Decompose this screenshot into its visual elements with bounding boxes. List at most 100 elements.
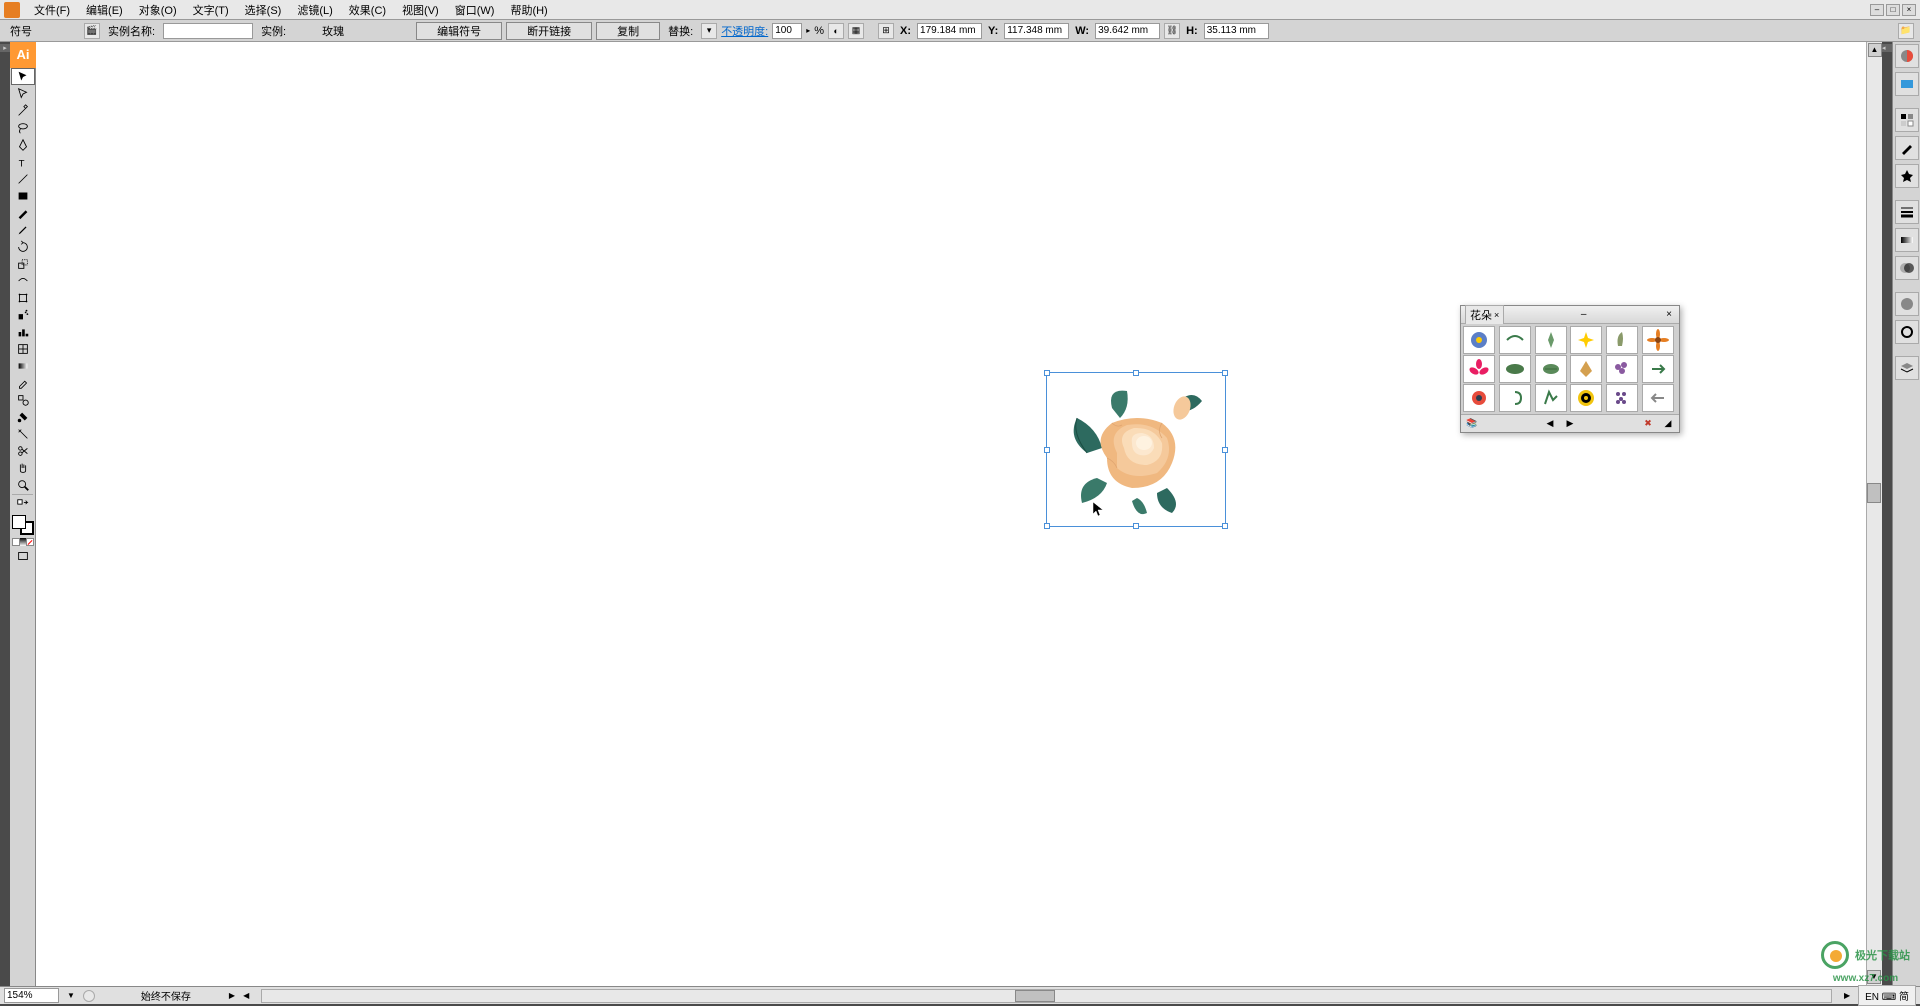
live-paint-tool[interactable] [11, 408, 35, 425]
stroke-panel-icon[interactable] [1895, 200, 1919, 224]
language-indicator[interactable]: EN ⌨ 简 [1858, 985, 1916, 1006]
next-icon[interactable]: ▶ [1563, 417, 1577, 431]
reference-point-icon[interactable]: ⊞ [878, 23, 894, 39]
scale-tool[interactable] [11, 255, 35, 272]
symbol-thumbnail[interactable] [1570, 326, 1602, 354]
appearance-panel-icon[interactable] [1895, 292, 1919, 316]
duplicate-button[interactable]: 复制 [596, 22, 660, 40]
transparency-panel-icon[interactable] [1895, 256, 1919, 280]
canvas-area[interactable]: ▲ ▼ [36, 42, 1882, 986]
menu-view[interactable]: 视图(V) [394, 0, 447, 20]
instance-name-input[interactable] [163, 23, 253, 39]
document-setup-icon[interactable]: ▦ [848, 23, 864, 39]
paintbrush-tool[interactable] [11, 204, 35, 221]
zoom-tool[interactable] [11, 476, 35, 493]
color-mode-strip[interactable] [12, 538, 34, 546]
brushes-panel-icon[interactable] [1895, 136, 1919, 160]
right-collapse-strip[interactable]: ◂ [1882, 42, 1892, 986]
symbol-thumbnail[interactable] [1606, 355, 1638, 383]
panel-header[interactable]: 花朵 × – × [1461, 306, 1679, 324]
control-menu-icon[interactable]: 📁 [1898, 23, 1914, 39]
symbol-thumbnail[interactable] [1570, 355, 1602, 383]
symbol-thumbnail[interactable] [1570, 384, 1602, 412]
panel-minimize-icon[interactable]: – [1578, 309, 1590, 320]
selected-object[interactable] [1046, 372, 1226, 527]
menu-object[interactable]: 对象(O) [131, 0, 185, 20]
horizontal-scrollbar[interactable] [261, 989, 1832, 1003]
vertical-scrollbar[interactable]: ▲ ▼ [1866, 42, 1882, 986]
symbol-thumbnail[interactable] [1535, 384, 1567, 412]
blend-tool[interactable] [11, 391, 35, 408]
gradient-panel-icon[interactable] [1895, 228, 1919, 252]
break-link-button[interactable]: 断开链接 [506, 22, 592, 40]
warp-tool[interactable] [11, 272, 35, 289]
replace-symbol-dropdown[interactable]: ▾ [701, 23, 717, 39]
line-tool[interactable] [11, 170, 35, 187]
screen-mode-button[interactable] [11, 547, 35, 564]
menu-type[interactable]: 文字(T) [185, 0, 237, 20]
selection-tool[interactable] [11, 68, 35, 85]
canvas[interactable] [36, 42, 1866, 986]
scroll-thumb[interactable] [1867, 483, 1881, 503]
symbol-thumbnail[interactable] [1463, 355, 1495, 383]
symbol-thumbnail[interactable] [1499, 384, 1531, 412]
mesh-tool[interactable] [11, 340, 35, 357]
minimize-button[interactable]: – [1870, 4, 1884, 16]
zoom-dropdown-icon[interactable]: ▼ [67, 991, 75, 1000]
opacity-input[interactable] [772, 23, 802, 39]
magic-wand-tool[interactable] [11, 102, 35, 119]
delete-symbol-icon[interactable]: ✖ [1641, 417, 1655, 431]
symbols-floating-panel[interactable]: 花朵 × – × 📚 ◀ ▶ ✖ ◢ [1460, 305, 1680, 433]
rose-symbol-instance[interactable] [1062, 383, 1212, 518]
fill-stroke-swatch[interactable] [12, 515, 34, 535]
symbol-thumbnail[interactable] [1499, 326, 1531, 354]
y-input[interactable] [1004, 23, 1069, 39]
edit-symbol-button[interactable]: 编辑符号 [416, 22, 502, 40]
constrain-proportions-icon[interactable]: ⛓ [1164, 23, 1180, 39]
w-input[interactable] [1095, 23, 1160, 39]
menu-window[interactable]: 窗口(W) [447, 0, 503, 20]
eyedropper-tool[interactable] [11, 374, 35, 391]
scroll-right-arrow[interactable]: ▶ [1844, 991, 1850, 1000]
close-button[interactable]: × [1902, 4, 1916, 16]
opacity-arrow-icon[interactable]: ▸ [806, 26, 810, 35]
opacity-link[interactable]: 不透明度: [721, 23, 768, 39]
graphic-styles-panel-icon[interactable] [1895, 320, 1919, 344]
selection-handle[interactable] [1044, 523, 1050, 529]
panel-tab[interactable]: 花朵 × [1465, 305, 1504, 324]
status-arrow-icon[interactable]: ▶ [229, 991, 235, 1000]
symbol-thumbnail[interactable] [1642, 326, 1674, 354]
menu-filter[interactable]: 滤镜(L) [289, 0, 340, 20]
scissors-tool[interactable] [11, 442, 35, 459]
tab-close-icon[interactable]: × [1494, 310, 1499, 320]
rotate-tool[interactable] [11, 238, 35, 255]
selection-handle[interactable] [1044, 447, 1050, 453]
slice-tool[interactable] [11, 425, 35, 442]
menu-effect[interactable]: 效果(C) [341, 0, 394, 20]
menu-help[interactable]: 帮助(H) [502, 0, 555, 20]
menu-edit[interactable]: 编辑(E) [78, 0, 131, 20]
symbols-panel-icon[interactable] [1895, 164, 1919, 188]
symbol-thumbnail[interactable] [1463, 326, 1495, 354]
symbol-thumbnail[interactable] [1606, 384, 1638, 412]
symbol-thumbnail[interactable] [1463, 384, 1495, 412]
symbol-sprayer-tool[interactable] [11, 306, 35, 323]
rectangle-tool[interactable] [11, 187, 35, 204]
toggle-fill-stroke[interactable] [11, 496, 35, 513]
panel-resize-icon[interactable]: ◢ [1661, 417, 1675, 431]
zoom-input[interactable] [4, 988, 59, 1003]
selection-handle[interactable] [1133, 370, 1139, 376]
symbol-thumbnail[interactable] [1642, 384, 1674, 412]
selection-handle[interactable] [1044, 370, 1050, 376]
symbol-libraries-icon[interactable]: 📚 [1465, 417, 1479, 431]
layers-panel-icon[interactable] [1895, 356, 1919, 380]
recolor-icon[interactable]: ◐ [828, 23, 844, 39]
pencil-tool[interactable] [11, 221, 35, 238]
menu-select[interactable]: 选择(S) [237, 0, 290, 20]
prev-icon[interactable]: ◀ [1543, 417, 1557, 431]
selection-handle[interactable] [1222, 447, 1228, 453]
color-panel-icon[interactable] [1895, 44, 1919, 68]
symbol-thumbnail[interactable] [1535, 355, 1567, 383]
swatches-panel-icon[interactable] [1895, 108, 1919, 132]
maximize-button[interactable]: □ [1886, 4, 1900, 16]
